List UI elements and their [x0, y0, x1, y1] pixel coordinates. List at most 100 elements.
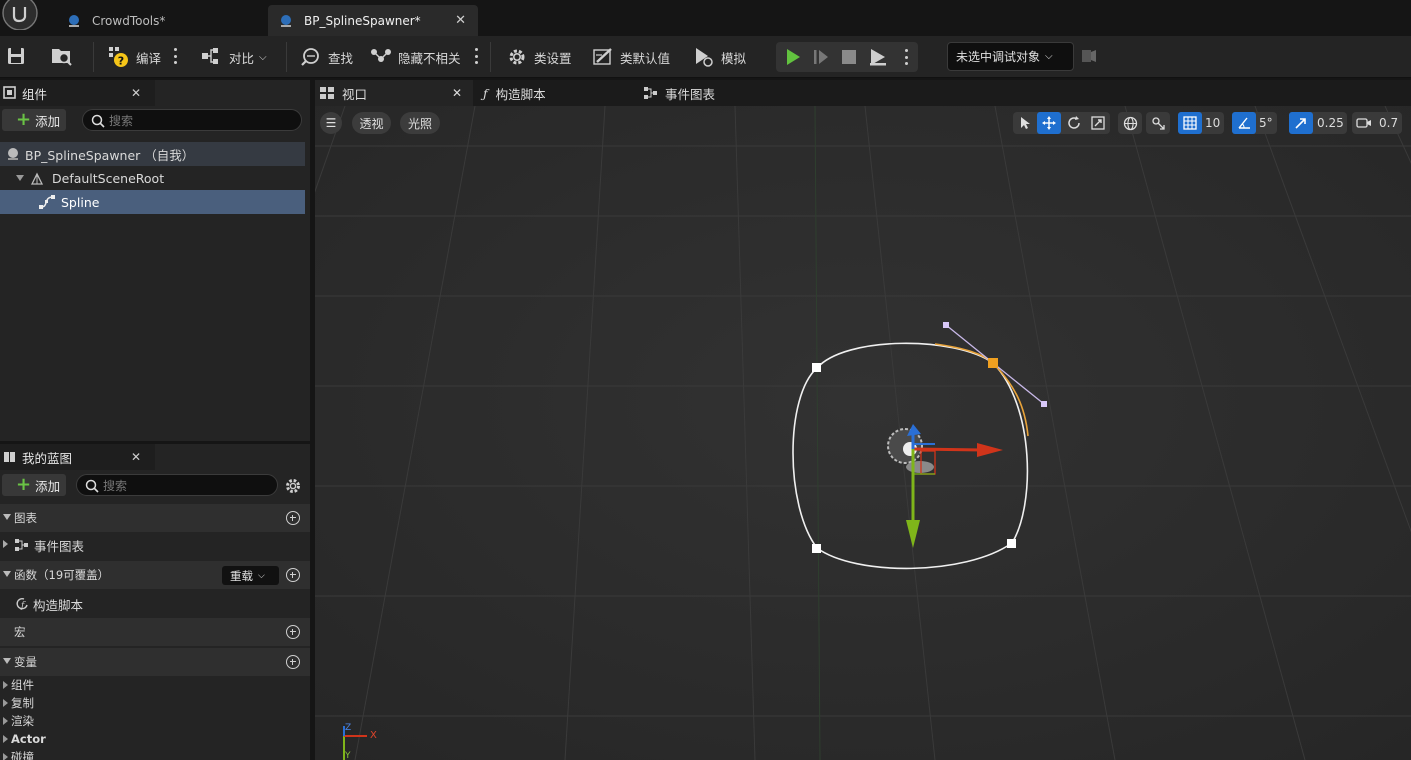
expand-arrow-icon[interactable]	[3, 717, 8, 725]
svg-text:f: f	[20, 601, 26, 611]
grid-snap-value[interactable]: 10	[1205, 112, 1220, 134]
blueprint-search-input[interactable]: 搜索	[76, 474, 278, 496]
add-component-button[interactable]: + 添加	[2, 109, 66, 131]
rotate-mode-button[interactable]	[1062, 112, 1086, 134]
advance-frame-icon[interactable]	[812, 48, 830, 66]
scale-snap-toggle[interactable]	[1289, 112, 1313, 134]
save-icon[interactable]	[6, 46, 26, 66]
add-member-button[interactable]: + 添加	[2, 474, 66, 496]
viewport-menu-button[interactable]: ☰	[320, 112, 342, 134]
simulate-label: 模拟	[721, 50, 747, 66]
expand-arrow-icon[interactable]	[3, 753, 8, 760]
list-item-construction-script[interactable]: f 构造脚本	[0, 592, 310, 616]
collapse-arrow-icon[interactable]	[3, 658, 11, 664]
axis-x-label: X	[370, 730, 377, 741]
blueprint-icon	[69, 14, 79, 27]
compile-button[interactable]: ? 编译	[108, 44, 161, 70]
tab-crowdtools[interactable]: CrowdTools*	[56, 5, 268, 36]
add-macro-icon[interactable]	[286, 625, 300, 639]
variable-category-components[interactable]: 组件	[0, 676, 310, 694]
translate-mode-button[interactable]	[1037, 112, 1061, 134]
gear-icon[interactable]	[284, 477, 302, 495]
tree-item-self[interactable]: BP_SplineSpawner （自我）	[0, 142, 305, 166]
hide-options-icon[interactable]	[474, 48, 478, 64]
add-graph-icon[interactable]	[286, 511, 300, 525]
component-search-input[interactable]: 搜索	[82, 109, 302, 131]
editor-tab-bar: 视口 ✕ ƒ 构造脚本 事件图表	[315, 80, 1411, 106]
play-icon[interactable]	[784, 48, 802, 66]
section-functions[interactable]: 函数（19可覆盖） 重载 ⌵	[0, 561, 310, 589]
expand-arrow-icon[interactable]	[3, 681, 8, 689]
components-panel-tab[interactable]: 组件 ✕	[0, 80, 155, 106]
expand-arrow-icon[interactable]	[3, 735, 8, 743]
my-blueprint-panel-tab[interactable]: 我的蓝图 ✕	[0, 444, 155, 470]
debug-filter-icon[interactable]	[1080, 47, 1100, 65]
viewport-scene[interactable]	[315, 106, 1411, 760]
tangent-handle-point[interactable]	[943, 322, 949, 328]
section-graphs[interactable]: 图表	[0, 504, 310, 532]
move-icon	[1042, 116, 1056, 130]
tab-event-graph[interactable]: 事件图表	[643, 80, 793, 106]
scale-mode-button[interactable]	[1086, 112, 1110, 134]
category-label: 组件	[11, 678, 34, 692]
hide-unrelated-button[interactable]: 隐藏不相关	[370, 44, 461, 70]
expand-arrow-icon[interactable]	[3, 699, 8, 707]
debug-object-select[interactable]: 未选中调试对象 ⌵	[947, 42, 1074, 71]
tree-item-defaultsceneroot[interactable]: DefaultSceneRoot	[0, 166, 305, 190]
spline-point[interactable]	[812, 363, 821, 372]
expand-arrow-icon[interactable]	[3, 540, 8, 548]
spline-point-selected[interactable]	[988, 358, 998, 368]
select-mode-button[interactable]	[1013, 112, 1037, 134]
close-icon[interactable]: ✕	[131, 86, 141, 100]
surface-snap-button[interactable]	[1146, 112, 1170, 134]
section-label: 图表	[14, 511, 37, 525]
rotation-snap-value[interactable]: 5°	[1259, 112, 1273, 134]
collapse-arrow-icon[interactable]	[3, 571, 11, 577]
variable-category-actor[interactable]: Actor	[0, 730, 310, 748]
unreal-logo[interactable]	[0, 0, 40, 30]
tab-construction-script[interactable]: ƒ 构造脚本	[483, 80, 633, 106]
scale-snap-value[interactable]: 0.25	[1317, 112, 1344, 134]
compile-options-icon[interactable]	[173, 48, 177, 64]
function-icon: f	[16, 597, 28, 611]
variable-category-collision[interactable]: 碰撞	[0, 748, 310, 760]
axis-y-label: Y	[345, 751, 351, 760]
spline-point[interactable]	[812, 544, 821, 553]
simulate-button[interactable]: 模拟	[693, 44, 746, 70]
camera-speed-button[interactable]	[1352, 112, 1376, 134]
tab-bp-splinespawner[interactable]: BP_SplineSpawner* ✕	[268, 5, 478, 36]
add-variable-icon[interactable]	[286, 655, 300, 669]
rotation-snap-toggle[interactable]	[1232, 112, 1256, 134]
tangent-handle-point[interactable]	[1041, 401, 1047, 407]
close-icon[interactable]: ✕	[455, 13, 466, 28]
collapse-arrow-icon[interactable]	[3, 514, 11, 520]
section-variables[interactable]: 变量	[0, 648, 310, 676]
section-macros[interactable]: 宏	[0, 618, 310, 646]
tree-item-spline[interactable]: Spline	[0, 190, 305, 214]
camera-icon	[1356, 118, 1371, 128]
stop-icon[interactable]	[841, 49, 857, 65]
override-dropdown[interactable]: 重载 ⌵	[222, 566, 279, 585]
tab-viewport[interactable]: 视口 ✕	[315, 80, 473, 106]
lighting-button[interactable]: 光照	[400, 112, 440, 134]
expand-arrow-icon[interactable]	[16, 175, 24, 181]
close-icon[interactable]: ✕	[452, 86, 462, 100]
play-options-icon[interactable]	[904, 49, 908, 65]
class-settings-button[interactable]: 类设置	[506, 44, 572, 70]
class-defaults-button[interactable]: 类默认值	[592, 44, 670, 70]
grid-snap-toggle[interactable]	[1178, 112, 1202, 134]
spline-point[interactable]	[1007, 539, 1016, 548]
find-button[interactable]: 查找	[300, 44, 353, 70]
variable-category-rendering[interactable]: 渲染	[0, 712, 310, 730]
camera-speed-value[interactable]: 0.7	[1379, 112, 1398, 134]
diff-button[interactable]: 对比 ⌵	[201, 44, 267, 70]
list-item-event-graph[interactable]: 事件图表	[0, 533, 310, 557]
eject-icon[interactable]	[868, 47, 888, 67]
perspective-button[interactable]: 透视	[352, 112, 391, 134]
browse-icon[interactable]	[50, 45, 74, 67]
variable-category-replication[interactable]: 复制	[0, 694, 310, 712]
viewport-3d[interactable]: Z X Y	[315, 106, 1411, 760]
world-space-button[interactable]	[1118, 112, 1142, 134]
close-icon[interactable]: ✕	[131, 450, 141, 464]
add-function-icon[interactable]	[286, 568, 300, 582]
